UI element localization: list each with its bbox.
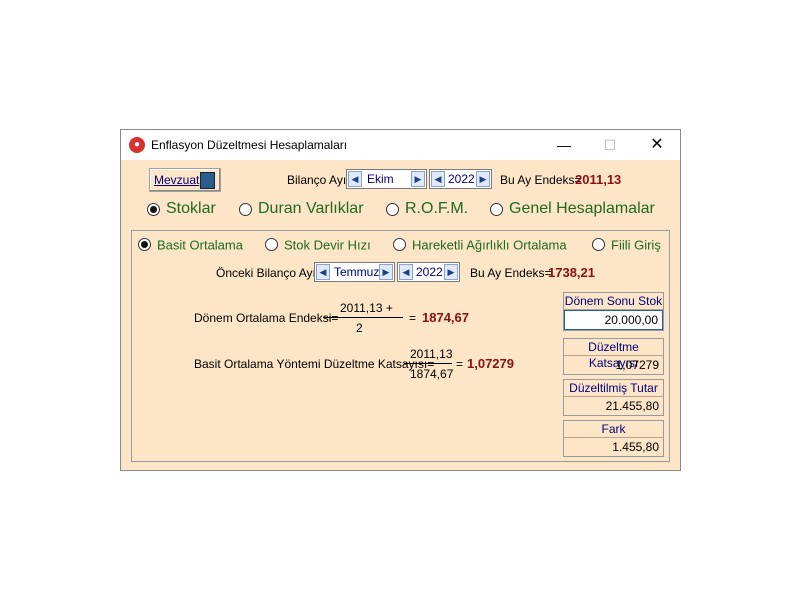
- tab-genel-hesaplamalar[interactable]: Genel Hesaplamalar: [490, 200, 655, 218]
- bilanco-label: Bilanço Ayı: [287, 173, 347, 187]
- prev-month-prev-icon[interactable]: ◀: [316, 264, 330, 280]
- subtab-stok-devir-hizi[interactable]: Stok Devir Hızı: [265, 237, 371, 252]
- tab-rofm-label: R.O.F.M.: [405, 200, 469, 217]
- mevzuat-label: Mevzuat: [154, 173, 200, 187]
- tab-rofm[interactable]: R.O.F.M.: [386, 200, 468, 218]
- mevzuat-button[interactable]: Mevzuat: [149, 168, 221, 192]
- subtab-fiili-giris[interactable]: Fiili Giriş: [592, 237, 661, 252]
- tab-duran-varliklar-label: Duran Varlıklar: [258, 200, 364, 217]
- formula1-fraction-line: [323, 317, 403, 318]
- formula2-equals: =: [456, 357, 464, 371]
- onceki-bilanco-label: Önceki Bilanço Ayı: [216, 266, 316, 280]
- formula1-denominator: 2: [356, 321, 363, 335]
- radio-icon: [265, 238, 278, 252]
- fark-box: Fark 1.455,80: [563, 420, 664, 457]
- title-bar: ● Enflasyon Düzeltmesi Hesaplamaları — ☐…: [121, 130, 680, 160]
- duzeltme-katsayisi-label: Basit Ortalama Yöntemi Düzeltme Katsayıs…: [194, 357, 435, 371]
- app-icon: ●: [129, 137, 145, 153]
- radio-icon: [239, 202, 252, 216]
- subtab-basit-ortalama[interactable]: Basit Ortalama: [138, 237, 243, 252]
- year-spinner[interactable]: ◀ 2022 ▶: [429, 169, 492, 189]
- formula2-denominator: 1874,67: [410, 367, 454, 381]
- donem-sonu-stok-input[interactable]: 20.000,00: [564, 310, 663, 330]
- radio-icon: [386, 202, 399, 216]
- prev-year-next-icon[interactable]: ▶: [444, 264, 458, 280]
- tab-stoklar[interactable]: Stoklar: [147, 200, 216, 218]
- duzeltilmis-tutar-value: 21.455,80: [564, 397, 663, 415]
- subtab-stok-devir-hizi-label: Stok Devir Hızı: [284, 237, 371, 253]
- minimize-button[interactable]: —: [541, 130, 587, 160]
- fark-value: 1.455,80: [564, 438, 663, 456]
- fark-header: Fark: [564, 421, 663, 438]
- formula2-result: 1,07279: [467, 356, 514, 371]
- tab-duran-varliklar[interactable]: Duran Varlıklar: [239, 200, 364, 218]
- subtab-basit-ortalama-label: Basit Ortalama: [157, 237, 243, 253]
- prev-month-next-icon[interactable]: ▶: [379, 264, 393, 280]
- radio-icon: [592, 238, 605, 252]
- tab-stoklar-label: Stoklar: [166, 200, 216, 217]
- donem-sonu-stok-header: Dönem Sonu Stok: [564, 294, 663, 310]
- prev-year-prev-icon[interactable]: ◀: [399, 264, 413, 280]
- prev-endeks-value: 1738,21: [548, 265, 595, 280]
- month-next-icon[interactable]: ▶: [411, 171, 425, 187]
- maximize-button[interactable]: ☐: [587, 130, 633, 160]
- radio-icon: [393, 238, 406, 252]
- endeks-label: Bu Ay Endeks=: [500, 173, 582, 187]
- duzeltme-katsayisi-header: Düzeltme Katsayısı: [564, 339, 663, 370]
- prev-month-value: Temmuz: [334, 265, 380, 279]
- formula1-numerator: 2011,13 +: [340, 301, 393, 315]
- donem-sonu-stok-box: Dönem Sonu Stok 20.000,00: [563, 292, 664, 331]
- subtab-fiili-giris-label: Fiili Giriş: [611, 237, 661, 253]
- close-button[interactable]: ✕: [634, 130, 680, 160]
- duzeltilmis-tutar-box: Düzeltilmiş Tutar 21.455,80: [563, 379, 664, 416]
- prev-year-spinner[interactable]: ◀ 2022 ▶: [397, 262, 460, 282]
- endeks-value: 2011,13: [575, 172, 622, 187]
- subtab-hareketli-agirlikli[interactable]: Hareketli Ağırlıklı Ortalama: [393, 237, 567, 252]
- prev-endeks-label: Bu Ay Endeks=: [470, 266, 552, 280]
- window-title: Enflasyon Düzeltmesi Hesaplamaları: [151, 138, 348, 152]
- year-value: 2022: [448, 172, 475, 186]
- formula2-fraction-line: [404, 363, 452, 364]
- year-next-icon[interactable]: ▶: [476, 171, 490, 187]
- prev-month-spinner[interactable]: ◀ Temmuz ▶: [314, 262, 395, 282]
- duzeltilmis-tutar-header: Düzeltilmiş Tutar: [564, 380, 663, 397]
- radio-icon: [490, 202, 503, 216]
- book-icon: [200, 172, 215, 189]
- tab-genel-hesaplamalar-label: Genel Hesaplamalar: [509, 200, 655, 217]
- month-spinner[interactable]: ◀ Ekim ▶: [346, 169, 427, 189]
- year-prev-icon[interactable]: ◀: [431, 171, 445, 187]
- duzeltme-katsayisi-box: Düzeltme Katsayısı 1,07279: [563, 338, 664, 375]
- main-window: ● Enflasyon Düzeltmesi Hesaplamaları — ☐…: [120, 129, 681, 471]
- radio-icon: [147, 202, 160, 216]
- prev-year-value: 2022: [416, 265, 443, 279]
- formula1-equals: =: [409, 311, 417, 325]
- month-prev-icon[interactable]: ◀: [348, 171, 362, 187]
- radio-icon: [138, 238, 151, 252]
- formula2-numerator: 2011,13: [410, 347, 453, 361]
- formula1-result: 1874,67: [422, 310, 469, 325]
- subtab-hareketli-agirlikli-label: Hareketli Ağırlıklı Ortalama: [412, 237, 567, 253]
- month-value: Ekim: [367, 172, 394, 186]
- donem-ortalama-label: Dönem Ortalama Endeksi=: [194, 311, 339, 325]
